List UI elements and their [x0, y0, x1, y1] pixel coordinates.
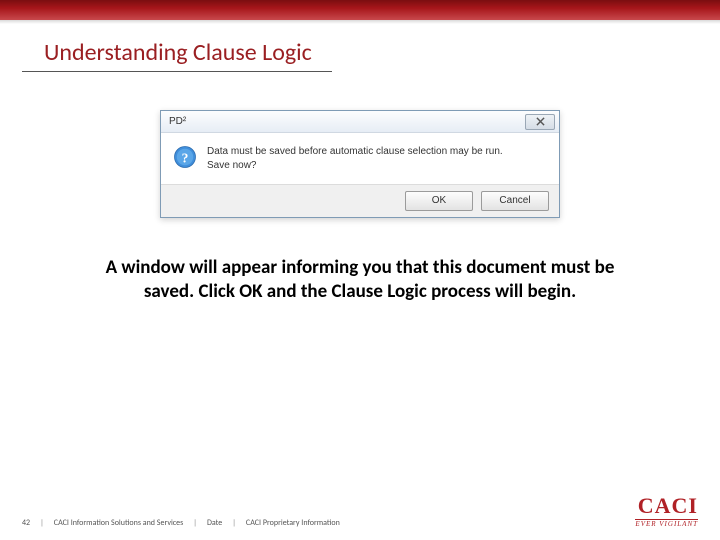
logo-text: CACI [635, 495, 698, 517]
footer-org: CACI Information Solutions and Services [54, 518, 183, 528]
dialog-title: PD² [169, 116, 186, 127]
footer-date: Date [207, 518, 222, 528]
svg-text:?: ? [182, 150, 189, 165]
dialog-body: ? Data must be saved before automatic cl… [161, 133, 559, 184]
cancel-button[interactable]: Cancel [481, 191, 549, 211]
ok-button[interactable]: OK [405, 191, 473, 211]
footer-separator: | [232, 518, 236, 528]
brand-top-bar [0, 0, 720, 20]
close-icon [536, 117, 545, 126]
save-dialog: PD² ? Data must be saved before automati… [160, 110, 560, 218]
footer-separator: | [193, 518, 197, 528]
footer-separator: | [40, 518, 44, 528]
dialog-footer: OK Cancel [161, 184, 559, 217]
logo-tagline: EVER VIGILANT [635, 519, 698, 528]
dialog-container: PD² ? Data must be saved before automati… [0, 110, 720, 218]
page-number: 42 [22, 518, 30, 528]
close-button[interactable] [525, 114, 555, 130]
question-icon: ? [173, 145, 197, 169]
brand-logo: CACI EVER VIGILANT [635, 495, 698, 528]
dialog-titlebar: PD² [161, 111, 559, 133]
slide-caption: A window will appear informing you that … [100, 256, 620, 304]
slide-footer: 42 | CACI Information Solutions and Serv… [0, 495, 720, 528]
dialog-message: Data must be saved before automatic clau… [207, 145, 503, 172]
footer-left: 42 | CACI Information Solutions and Serv… [22, 518, 340, 528]
footer-proprietary: CACI Proprietary Information [246, 518, 340, 528]
dialog-message-line1: Data must be saved before automatic clau… [207, 145, 503, 159]
page-title: Understanding Clause Logic [22, 20, 332, 72]
dialog-message-line2: Save now? [207, 159, 503, 173]
